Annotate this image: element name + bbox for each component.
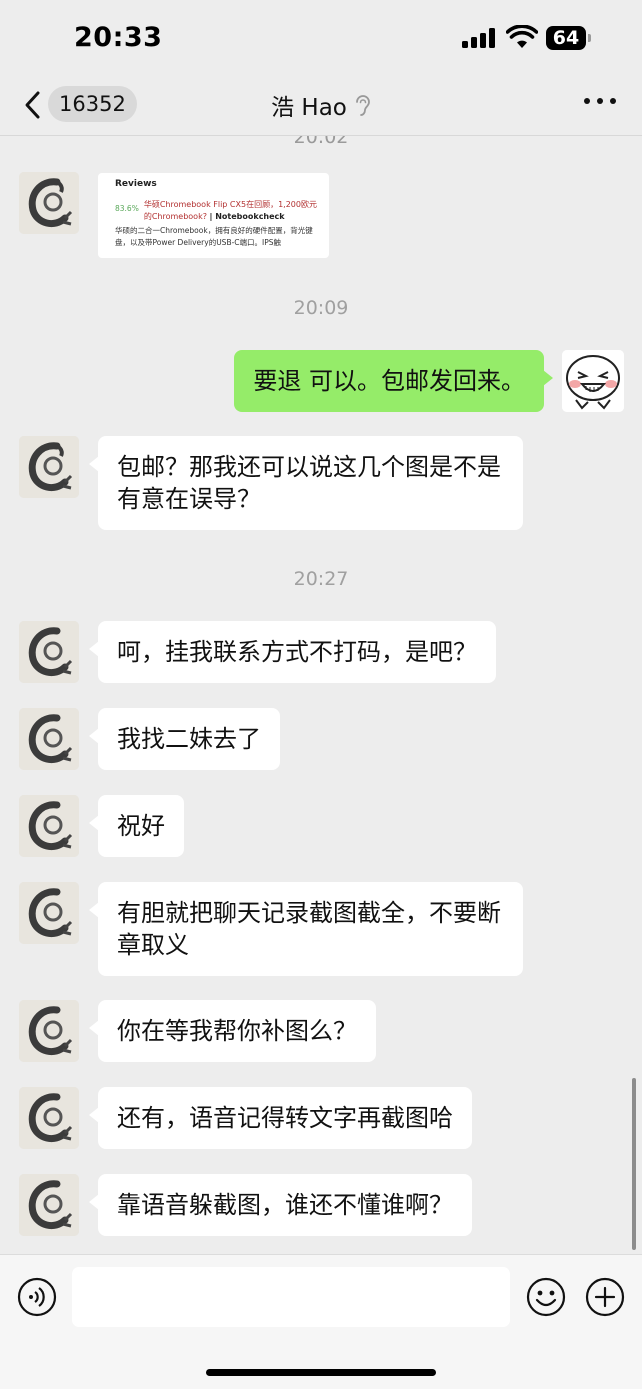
card-body: 华硕的二合一Chromebook，拥有良好的硬件配置，背光键盘，以及带Power… (115, 226, 313, 247)
home-indicator[interactable] (206, 1369, 436, 1376)
ear-icon (355, 95, 370, 116)
message-bubble[interactable]: 祝好 (89, 795, 184, 857)
timestamp: 20:02 (293, 136, 349, 148)
card-score: 83.6% (115, 204, 139, 213)
battery-icon: 64 (546, 26, 592, 50)
scrollbar[interactable] (632, 1078, 636, 1250)
avatar-self-image (562, 350, 624, 412)
avatar-image (19, 436, 79, 498)
add-icon[interactable] (585, 1277, 625, 1317)
message-bubble[interactable]: 你在等我帮你补图么？ (89, 1000, 376, 1062)
chat-area[interactable]: 20:02 Reviews 83.6% 华硕Chromebook Flip CX… (0, 136, 642, 1254)
card-source: | Notebookcheck (209, 212, 285, 221)
status-time: 20:33 (74, 22, 163, 53)
avatar-image (19, 708, 79, 770)
avatar-image (19, 1174, 79, 1236)
unread-count-badge[interactable]: 16352 (48, 86, 137, 122)
avatar[interactable] (19, 621, 79, 683)
avatar[interactable] (19, 1087, 79, 1149)
message-bubble[interactable]: 包邮？那我还可以说这几个图是不是有意在误导？ (89, 436, 523, 530)
avatar[interactable] (19, 795, 79, 857)
wifi-icon (506, 25, 538, 48)
avatar-image (19, 882, 79, 944)
avatar[interactable] (19, 882, 79, 944)
avatar-image (19, 172, 79, 234)
input-bar (0, 1254, 642, 1389)
chat-title-group[interactable]: 浩 Hao (271, 88, 371, 122)
message-bubble[interactable]: 我找二妹去了 (89, 708, 280, 770)
avatar[interactable] (19, 708, 79, 770)
back-icon[interactable] (22, 90, 42, 120)
signal-icon (462, 28, 496, 48)
more-icon[interactable] (584, 98, 616, 108)
avatar[interactable] (19, 172, 79, 234)
avatar-image (19, 1087, 79, 1149)
timestamp: 20:27 (293, 568, 349, 590)
chat-header: 16352 浩 Hao (0, 76, 642, 136)
avatar-self[interactable] (562, 350, 624, 412)
message-bubble[interactable]: 还有，语音记得转文字再截图哈 (89, 1087, 472, 1149)
emoji-icon[interactable] (526, 1277, 566, 1317)
avatar[interactable] (19, 436, 79, 498)
message-input[interactable] (72, 1267, 510, 1327)
message-bubble[interactable]: 靠语音躲截图，谁还不懂谁啊？ (89, 1174, 472, 1236)
battery-level: 64 (552, 27, 580, 49)
voice-icon[interactable] (17, 1277, 57, 1317)
avatar-image (19, 795, 79, 857)
avatar-image (19, 621, 79, 683)
link-card[interactable]: Reviews 83.6% 华硕Chromebook Flip CX5在回顾，1… (98, 173, 329, 258)
message-bubble[interactable]: 呵，挂我联系方式不打码，是吧？ (89, 621, 496, 683)
status-bar: 20:33 64 (0, 0, 642, 76)
timestamp: 20:09 (293, 297, 349, 319)
chat-title: 浩 Hao (271, 95, 347, 121)
card-header: Reviews (115, 179, 157, 189)
card-title: 华硕Chromebook Flip CX5在回顾，1,200欧元的Chromeb… (144, 199, 324, 223)
avatar[interactable] (19, 1000, 79, 1062)
message-bubble[interactable]: 有胆就把聊天记录截图截全，不要断章取义 (89, 882, 523, 976)
message-bubble-self[interactable]: 要退 可以。包邮发回来。 (234, 350, 553, 412)
avatar-image (19, 1000, 79, 1062)
avatar[interactable] (19, 1174, 79, 1236)
